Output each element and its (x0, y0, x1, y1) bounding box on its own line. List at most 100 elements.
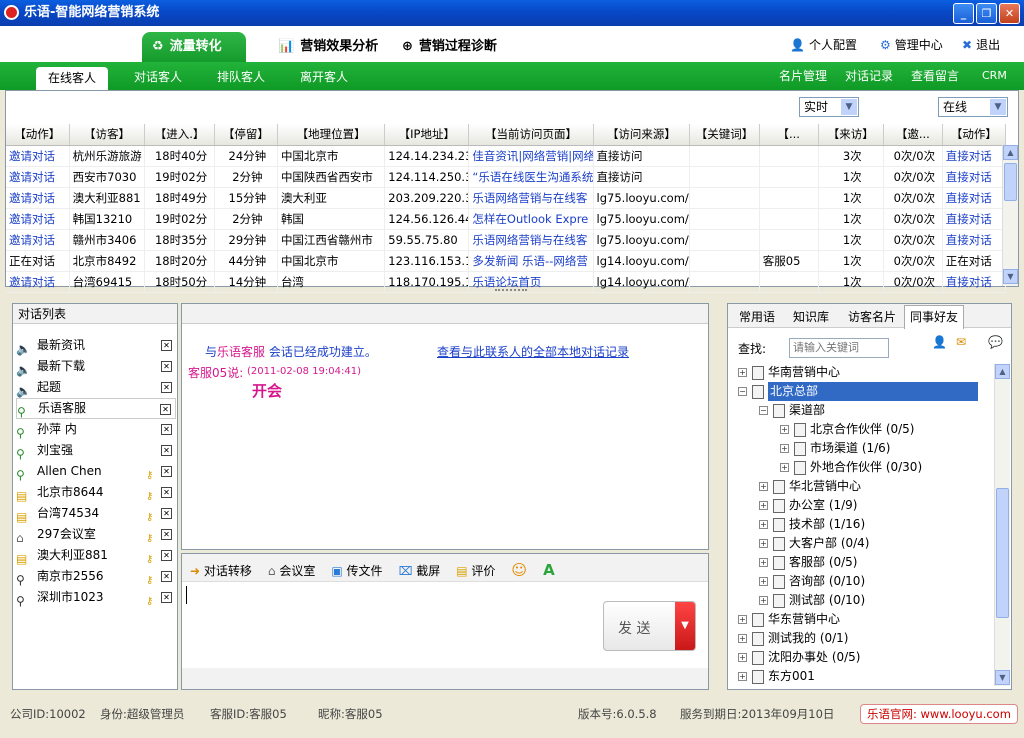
expand-icon[interactable]: + (738, 615, 747, 624)
close-icon[interactable]: ✕ (161, 361, 172, 372)
direct-chat-link[interactable]: 直接对话 (942, 229, 1007, 251)
key-icon[interactable]: ⚷ (146, 465, 158, 481)
tree-node[interactable]: + 办公室 (1/9) (759, 496, 858, 515)
view-messages-link[interactable]: 查看留言 (911, 66, 959, 86)
status-filter-select[interactable]: 在线 ▼ (938, 97, 1008, 117)
column-header[interactable]: 【停留】 (214, 124, 278, 146)
maximize-button[interactable]: ❐ (976, 3, 997, 24)
send-button[interactable]: 发 送 ▼ (603, 601, 696, 651)
expand-icon[interactable]: + (780, 463, 789, 472)
table-row[interactable]: 邀请对话 杭州乐游旅游 18时40分 24分钟 中国北京市 124.14.234.23 佳音… (6, 145, 1007, 167)
official-site-link[interactable]: 乐语官网: www.looyu.com (860, 704, 1018, 724)
table-scrollbar[interactable]: ▲ ▼ (1002, 145, 1018, 286)
close-icon[interactable]: ✕ (161, 382, 172, 393)
direct-chat-link[interactable]: 直接对话 (942, 166, 1007, 188)
card-management-link[interactable]: 名片管理 (779, 66, 827, 86)
expand-icon[interactable]: + (759, 596, 768, 605)
tab-common-phrases[interactable]: 常用语 (739, 308, 775, 325)
font-icon[interactable]: A (543, 561, 555, 579)
tab-colleagues[interactable]: 同事好友 (904, 305, 964, 329)
minimize-button[interactable]: _ (953, 3, 974, 24)
column-header[interactable]: 【动作】 (942, 124, 1007, 146)
dialog-list-item[interactable]: ⚲ 南京市2556 ⚷ ✕ (16, 566, 176, 587)
dialog-list-item[interactable]: 🔈 起题 ✕ (16, 377, 176, 398)
close-icon[interactable]: ✕ (161, 592, 172, 603)
table-row[interactable]: 正在对话 北京市8492 18时20分 44分钟 中国北京市 123.116.153.1 多… (6, 250, 1007, 272)
dialog-list-item[interactable]: ⚲ 乐语客服 ✕ (16, 398, 176, 419)
action-cell[interactable]: 邀请对话 (6, 145, 70, 167)
expand-icon[interactable]: + (738, 368, 747, 377)
splitter-handle[interactable] (495, 289, 527, 293)
action-cell[interactable]: 邀请对话 (6, 208, 70, 230)
dialog-list-item[interactable]: 🔈 最新下载 ✕ (16, 356, 176, 377)
action-cell[interactable]: 正在对话 (6, 250, 70, 272)
column-header[interactable]: 【访客】 (69, 124, 146, 146)
tree-node[interactable]: + 华东营销中心 (738, 610, 840, 629)
tab-online-visitors[interactable]: 在线客人 (36, 67, 108, 90)
collapse-icon[interactable]: − (738, 387, 747, 396)
expand-icon[interactable]: + (738, 653, 747, 662)
send-options-icon[interactable]: ▼ (675, 602, 695, 650)
column-header[interactable]: 【来访】 (818, 124, 884, 146)
chat-colleague-icon[interactable]: 💬 (988, 335, 1003, 349)
close-icon[interactable]: ✕ (161, 508, 172, 519)
crm-link[interactable]: CRM (982, 66, 1007, 86)
transfer-button[interactable]: ➜ 对话转移 (190, 562, 252, 579)
tree-node[interactable]: + 沈阳办事处 (0/5) (738, 648, 861, 667)
expand-icon[interactable]: + (759, 577, 768, 586)
tab-queued-visitors[interactable]: 排队客人 (205, 66, 277, 88)
search-input[interactable] (789, 338, 889, 358)
close-icon[interactable]: ✕ (161, 466, 172, 477)
time-filter-select[interactable]: 实时 ▼ (799, 97, 859, 117)
tree-node[interactable]: − 北京总部 (738, 382, 978, 401)
expand-icon[interactable]: + (780, 444, 789, 453)
emoji-icon[interactable]: ☺ (511, 561, 527, 579)
scroll-down-button[interactable]: ▼ (995, 670, 1010, 685)
send-file-button[interactable]: ▣ 传文件 (331, 562, 382, 579)
add-colleague-icon[interactable]: 👤 (932, 335, 947, 349)
close-icon[interactable]: ✕ (160, 404, 171, 415)
action-cell[interactable]: 邀请对话 (6, 229, 70, 251)
column-header[interactable]: 【当前访问页面】 (468, 124, 594, 146)
key-icon[interactable]: ⚷ (146, 507, 158, 523)
tab-visitor-cards[interactable]: 访客名片 (848, 308, 896, 325)
key-icon[interactable]: ⚷ (146, 528, 158, 544)
dialog-list-item[interactable]: 🔈 最新资讯 ✕ (16, 335, 176, 356)
tree-node[interactable]: + 华南营销中心 (738, 363, 840, 382)
column-header[interactable]: 【关键词】 (689, 124, 760, 146)
dialog-list-item[interactable]: ▤ 北京市8644 ⚷ ✕ (16, 482, 176, 503)
scroll-thumb[interactable] (1004, 163, 1017, 201)
column-header[interactable]: 【访问来源】 (593, 124, 691, 146)
direct-chat-link[interactable]: 直接对话 (942, 187, 1007, 209)
dialog-list-item[interactable]: ⚲ Allen Chen ⚷ ✕ (16, 461, 176, 482)
tree-node[interactable]: + 大客户部 (0/4) (759, 534, 870, 553)
tab-traffic-conversion[interactable]: ♻ 流量转化 (142, 32, 246, 62)
key-icon[interactable]: ⚷ (146, 570, 158, 586)
key-icon[interactable]: ⚷ (146, 549, 158, 565)
tree-node[interactable]: − 渠道部 (759, 401, 825, 420)
rate-button[interactable]: ▤ 评价 (456, 562, 495, 579)
close-icon[interactable]: ✕ (161, 487, 172, 498)
column-header[interactable]: 【IP地址】 (384, 124, 470, 146)
key-icon[interactable]: ⚷ (146, 591, 158, 607)
table-row[interactable]: 邀请对话 西安市7030 19时02分 2分钟 中国陕西省西安市 124.114.250.… (6, 166, 1007, 188)
expand-icon[interactable]: + (759, 482, 768, 491)
scroll-thumb[interactable] (996, 488, 1009, 618)
action-cell[interactable]: 邀请对话 (6, 271, 70, 293)
scroll-up-button[interactable]: ▲ (995, 364, 1010, 379)
table-row[interactable]: 邀请对话 澳大利亚881 18时49分 15分钟 澳大利亚 203.209.220.3 乐语… (6, 187, 1007, 209)
meeting-room-button[interactable]: ⌂ 会议室 (268, 562, 315, 579)
expand-icon[interactable]: + (759, 501, 768, 510)
dialog-list-item[interactable]: ▤ 台湾74534 ⚷ ✕ (16, 503, 176, 524)
chat-records-link[interactable]: 对话记录 (845, 66, 893, 86)
tree-node[interactable]: + 技术部 (1/16) (759, 515, 865, 534)
column-header[interactable]: 【进入.】 (144, 124, 215, 146)
close-button[interactable]: ✕ (999, 3, 1020, 24)
tree-node[interactable]: + 测试我的 (0/1) (738, 629, 849, 648)
tab-left-visitors[interactable]: 离开客人 (288, 66, 360, 88)
tree-node[interactable]: + 市场渠道 (1/6) (780, 439, 891, 458)
direct-chat-link[interactable]: 正在对话 (942, 250, 1007, 272)
tree-node[interactable]: + 东方001 (738, 667, 815, 686)
expand-icon[interactable]: + (759, 520, 768, 529)
tree-node[interactable]: + 客服部 (0/5) (759, 553, 858, 572)
